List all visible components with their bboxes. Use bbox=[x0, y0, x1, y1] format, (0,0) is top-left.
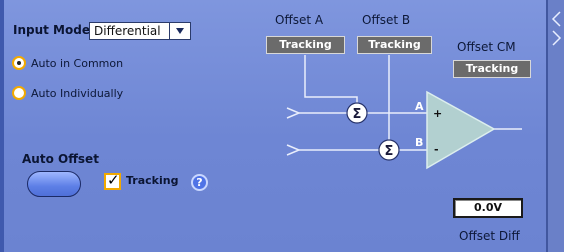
amplifier-triangle bbox=[426, 90, 496, 170]
signal-wires bbox=[286, 55, 522, 156]
offset-settings-panel: Input Mode Differential Auto in Common A… bbox=[0, 0, 564, 252]
sum-a-symbol: Σ bbox=[353, 107, 362, 122]
input-a-label: A bbox=[415, 100, 424, 113]
sum-junction-b: Σ bbox=[378, 139, 400, 161]
sum-junction-a: Σ bbox=[346, 102, 368, 124]
chevron-left-icon[interactable] bbox=[551, 11, 561, 27]
signal-path-diagram: Σ Σ A B + - bbox=[286, 55, 522, 170]
input-b-label: B bbox=[415, 136, 423, 149]
plus-sign: + bbox=[433, 107, 442, 120]
side-chevrons bbox=[551, 11, 562, 46]
sum-b-symbol: Σ bbox=[385, 144, 394, 159]
right-side-bar bbox=[548, 0, 564, 252]
minus-sign: - bbox=[434, 143, 439, 156]
chevron-right-icon[interactable] bbox=[552, 30, 562, 46]
